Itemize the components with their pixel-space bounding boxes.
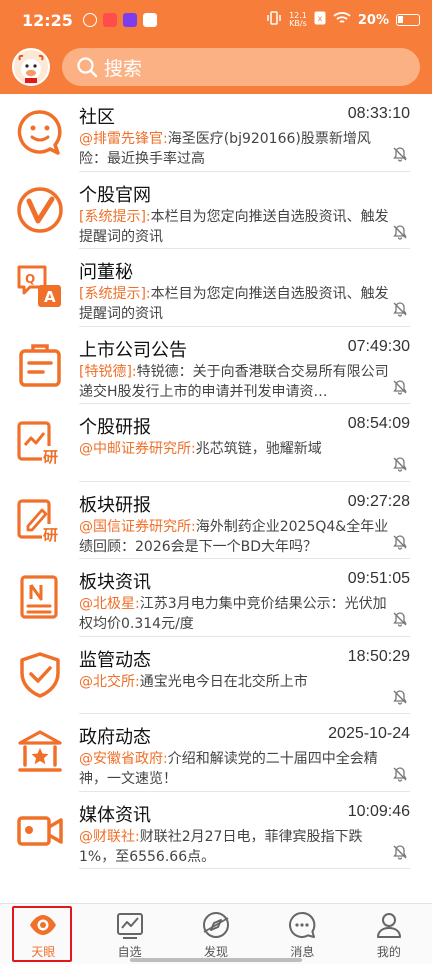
chat-bubble-icon <box>17 110 62 155</box>
channel-message: [系统提示]:本栏目为您定向推送自选股资讯、触发提醒词的资讯 <box>79 208 389 245</box>
channel-title: 个股官网 <box>79 184 151 206</box>
channel-title: 个股研报 <box>79 417 151 438</box>
channel-message: [特锐德]:特锐德：关于向香港联合交易所有限公司递交H股发行上市的申请并刊发申请… <box>79 363 389 400</box>
svg-text:A: A <box>44 288 56 306</box>
channel-time: 18:50:29 <box>347 647 410 665</box>
bull-mascot-icon <box>14 50 48 84</box>
status-bar: 12:25 12.1 KB/s x 20% <box>0 0 432 40</box>
channel-time: 10:09:46 <box>347 802 410 820</box>
verified-v-icon <box>17 186 63 233</box>
chart-icon <box>116 913 143 939</box>
channel-message: @财联社:财联社2月27日电，菲律宾股指下跌1%，至6556.66点。 <box>79 828 363 865</box>
app-header: 搜索 <box>0 40 432 94</box>
channel-time: 07:49:30 <box>347 337 410 355</box>
search-icon <box>77 57 98 78</box>
announcement-icon <box>19 343 61 387</box>
tab-tianyan[interactable]: 天眼 <box>0 904 86 964</box>
channel-message: @排雷先锋官:海圣医疗(bj920166)股票新增风险：最近换手率过高 <box>79 131 371 167</box>
mute-bell-icon[interactable] <box>392 301 408 317</box>
list-item[interactable]: 政府动态 2025-10-24 @安徽省政府:介绍和解读党的二十届四中全会精神，… <box>0 714 432 792</box>
tab-label: 天眼 <box>31 945 56 959</box>
app-notification-icon <box>82 13 97 27</box>
channel-time: 08:54:09 <box>347 415 410 432</box>
qa-icon: Q A <box>17 265 61 307</box>
channel-title: 上市公司公告 <box>79 339 187 361</box>
status-time: 12:25 <box>22 10 73 30</box>
list-item[interactable]: 媒体资讯 10:09:46 @财联社:财联社2月27日电，菲律宾股指下跌1%，至… <box>0 792 432 869</box>
mute-bell-icon[interactable] <box>392 689 408 705</box>
tab-messages[interactable]: 消息 <box>259 904 345 964</box>
vibrate-icon <box>266 11 282 29</box>
list-item[interactable]: 个股官网 [系统提示]:本栏目为您定向推送自选股资讯、触发提醒词的资讯 <box>0 172 432 249</box>
list-item[interactable]: 板块资讯 09:51:05 @北极星:江苏3月电力集中竞价结果公示：光伏加权均价… <box>0 559 432 637</box>
mute-bell-icon[interactable] <box>392 534 408 550</box>
tab-discover[interactable]: 发现 <box>173 904 259 964</box>
channel-message: [系统提示]:本栏目为您定向推送自选股资讯、触发提醒词的资讯 <box>79 286 389 322</box>
battery-icon <box>396 14 420 26</box>
wifi-icon <box>333 11 351 29</box>
mute-bell-icon[interactable] <box>392 844 408 860</box>
tab-profile[interactable]: 我的 <box>346 904 432 964</box>
channel-title: 板块资讯 <box>79 572 151 593</box>
list-item[interactable]: 社区 08:33:10 @排雷先锋官:海圣医疗(bj920166)股票新增风险：… <box>0 94 432 172</box>
government-building-icon <box>18 730 62 772</box>
svg-text:x: x <box>318 14 323 23</box>
shield-check-icon <box>20 651 60 698</box>
tab-watchlist[interactable]: 自选 <box>86 904 172 964</box>
message-icon <box>289 911 316 938</box>
avatar[interactable] <box>12 48 50 86</box>
mail-icon <box>142 13 157 27</box>
app-notification-icon <box>122 13 137 27</box>
eye-icon <box>30 915 57 935</box>
mute-bell-icon[interactable] <box>392 766 408 782</box>
list-item[interactable]: 监管动态 18:50:29 @北交所:通宝光电今日在北交所上市 <box>0 637 432 714</box>
channel-title: 社区 <box>79 107 115 128</box>
svg-text:研: 研 <box>43 526 58 544</box>
network-speed: 12.1 KB/s <box>289 11 307 28</box>
list-item[interactable]: Q A 问董秘 [系统提示]:本栏目为您定向推送自选股资讯、触发提醒词的资讯 <box>0 249 432 327</box>
channel-message: @北交所:通宝光电今日在北交所上市 <box>79 673 308 690</box>
channel-title: 板块研报 <box>79 494 151 516</box>
stock-research-icon: 研 <box>17 421 62 466</box>
list-item[interactable]: 研 板块研报 09:27:28 @国信证券研究所:海外制药企业2025Q4&全年… <box>0 482 432 559</box>
sim-icon: x <box>314 11 326 29</box>
compass-icon <box>203 912 230 938</box>
home-indicator[interactable] <box>130 958 302 962</box>
video-camera-icon <box>17 815 63 846</box>
channel-title: 监管动态 <box>79 649 151 671</box>
channel-time: 08:33:10 <box>347 105 410 122</box>
news-icon <box>20 575 58 619</box>
channel-title: 问董秘 <box>79 262 133 283</box>
channel-list: 社区 08:33:10 @排雷先锋官:海圣医疗(bj920166)股票新增风险：… <box>0 94 432 869</box>
channel-title: 媒体资讯 <box>79 804 151 826</box>
search-placeholder: 搜索 <box>104 57 143 80</box>
mute-bell-icon[interactable] <box>392 611 408 627</box>
svg-text:Q: Q <box>25 272 35 286</box>
list-item[interactable]: 研 个股研报 08:54:09 @中邮证券研究所:兆芯筑链，驰耀新域 <box>0 404 432 482</box>
channel-time: 09:27:28 <box>347 492 410 510</box>
mute-bell-icon[interactable] <box>392 456 408 472</box>
channel-message: @安徽省政府:介绍和解读党的二十届四中全会精神，一文速览！ <box>79 751 378 787</box>
bottom-nav: 天眼 自选 发现 消息 我的 <box>0 903 432 964</box>
mute-bell-icon[interactable] <box>392 379 408 395</box>
channel-message: @中邮证券研究所:兆芯筑链，驰耀新域 <box>79 441 322 457</box>
app-notification-icon <box>102 13 117 27</box>
search-input[interactable]: 搜索 <box>62 48 420 86</box>
user-icon <box>376 913 401 938</box>
channel-title: 政府动态 <box>79 727 151 748</box>
list-item[interactable]: 上市公司公告 07:49:30 [特锐德]:特锐德：关于向香港联合交易所有限公司… <box>0 327 432 404</box>
tab-label: 我的 <box>376 945 401 959</box>
channel-time: 09:51:05 <box>347 570 410 587</box>
mute-bell-icon[interactable] <box>392 224 408 240</box>
sector-research-icon: 研 <box>17 498 62 544</box>
channel-message: @国信证券研究所:海外制药企业2025Q4&全年业绩回顾：2026会是下一个BD… <box>79 518 389 555</box>
channel-time: 2025-10-24 <box>328 725 410 742</box>
battery-percentage: 20% <box>357 12 389 28</box>
svg-text:研: 研 <box>43 448 58 466</box>
mute-bell-icon[interactable] <box>392 146 408 162</box>
channel-message: @北极星:江苏3月电力集中竞价结果公示：光伏加权均价0.314元/度 <box>79 596 387 632</box>
